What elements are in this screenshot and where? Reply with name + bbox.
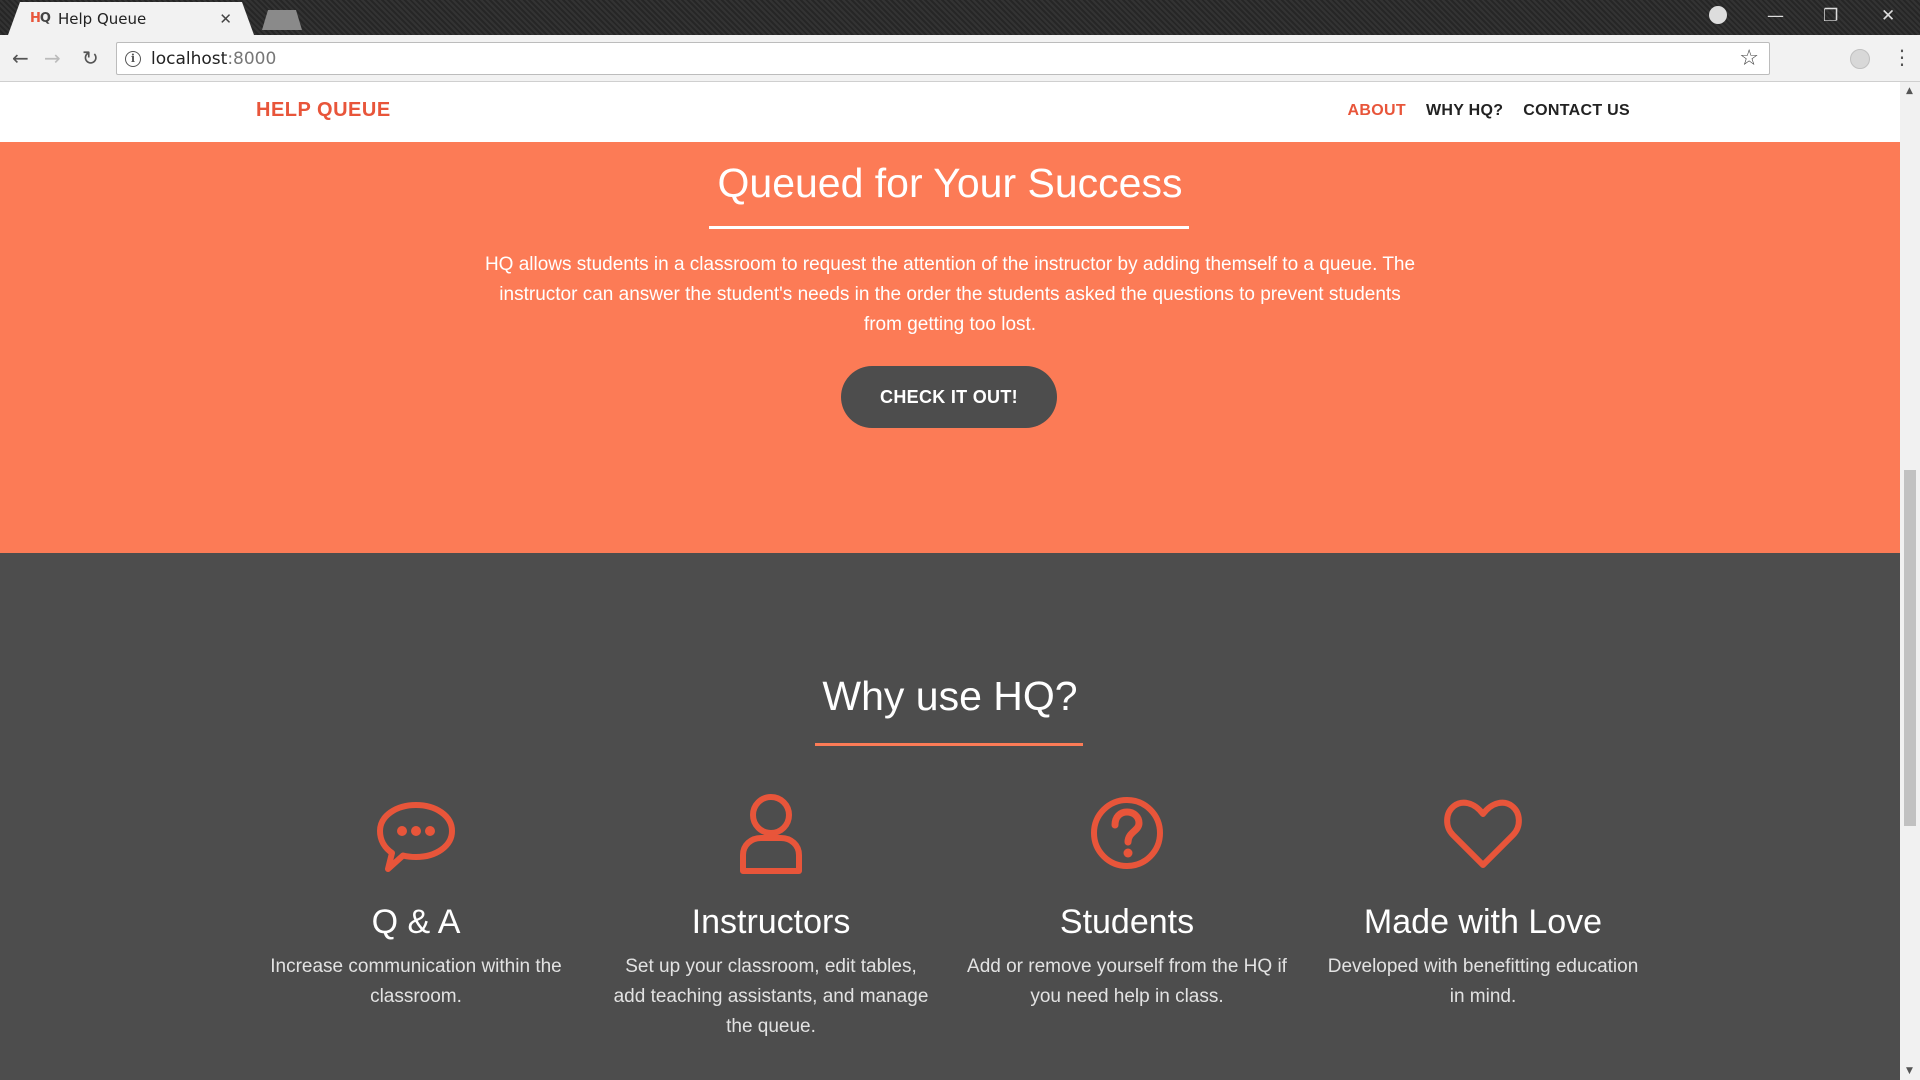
browser-tab-bar: HQ Help Queue ✕ — ❐ ✕ <box>0 0 1920 35</box>
scroll-down-icon[interactable]: ▼ <box>1906 1066 1913 1076</box>
check-it-out-button[interactable]: CHECK IT OUT! <box>841 366 1057 428</box>
url-port: :8000 <box>227 48 277 69</box>
info-icon[interactable]: i <box>125 50 141 67</box>
feature-title: Students <box>1059 903 1195 941</box>
forward-icon[interactable]: → <box>44 45 61 71</box>
about-text: HQ allows students in a classroom to req… <box>484 254 1416 335</box>
feature-title: Made with Love <box>1363 903 1603 941</box>
address-bar[interactable]: i localhost:8000 ☆ <box>116 42 1770 75</box>
about-title: Queued for Your Success <box>717 160 1183 206</box>
nav-link-contact-us[interactable]: CONTACT US <box>1523 102 1630 120</box>
feature-description: Developed with benefitting education in … <box>1327 956 1639 1007</box>
why-hq-title-divider <box>815 743 1083 746</box>
why-hq-section: Why use HQ? Q & A Increase communication… <box>0 553 1900 1080</box>
bookmark-star-icon[interactable]: ☆ <box>1739 46 1759 71</box>
feature-description: Set up your classroom, edit tables, add … <box>613 956 929 1037</box>
page-scrollbar[interactable]: ▲ ▼ <box>1900 82 1920 1080</box>
brand-logo-link[interactable]: HELP QUEUE <box>256 99 391 122</box>
nav-link-about[interactable]: ABOUT <box>1348 102 1406 120</box>
minimize-icon[interactable]: — <box>1767 4 1784 28</box>
reload-icon[interactable]: ↻ <box>82 45 99 71</box>
feature-students: Students Add or remove yourself from the… <box>967 791 1287 1012</box>
scroll-up-icon[interactable]: ▲ <box>1906 86 1913 96</box>
extension-icon[interactable] <box>1850 49 1870 69</box>
scroll-thumb[interactable] <box>1904 470 1916 826</box>
feature-title: Q & A <box>371 903 461 941</box>
feature-description: Add or remove yourself from the HQ if yo… <box>967 956 1287 1007</box>
feature-made-with-love: Made with Love Developed with benefittin… <box>1323 791 1643 1012</box>
why-hq-title: Why use HQ? <box>822 673 1078 719</box>
nav-link-why-hq[interactable]: WHY HQ? <box>1426 102 1503 120</box>
feature-instructors: Instructors Set up your classroom, edit … <box>611 791 931 1042</box>
feature-description: Increase communication within the classr… <box>270 956 562 1007</box>
url-host: localhost <box>151 48 228 69</box>
heart-icon <box>1444 799 1522 868</box>
site-navbar: HELP QUEUE ABOUT WHY HQ? CONTACT US <box>0 82 1900 142</box>
close-window-icon[interactable]: ✕ <box>1881 4 1895 28</box>
speech-bubble-icon <box>377 802 455 872</box>
tab-close-icon[interactable]: ✕ <box>219 10 232 28</box>
browser-toolbar: ← → ↻ i localhost:8000 ☆ ⋮ <box>0 35 1920 82</box>
feature-title: Instructors <box>691 903 851 941</box>
tab-title: Help Queue <box>58 9 147 28</box>
back-icon[interactable]: ← <box>12 45 29 71</box>
about-section: Queued for Your Success HQ allows studen… <box>0 142 1900 553</box>
restore-icon[interactable]: ❐ <box>1823 4 1838 28</box>
browser-menu-icon[interactable]: ⋮ <box>1892 45 1912 69</box>
browser-tab[interactable]: HQ Help Queue ✕ <box>8 2 254 35</box>
question-icon <box>1091 797 1163 869</box>
about-title-divider <box>709 226 1189 229</box>
user-icon <box>740 794 802 874</box>
feature-qa: Q & A Increase communication within the … <box>256 791 576 1012</box>
page-viewport: HELP QUEUE ABOUT WHY HQ? CONTACT US Queu… <box>0 82 1900 1080</box>
new-tab-button[interactable] <box>262 10 302 30</box>
profile-icon[interactable] <box>1709 6 1727 24</box>
nav-links: ABOUT WHY HQ? CONTACT US <box>1348 102 1630 120</box>
hq-favicon-icon: HQ <box>30 11 50 26</box>
